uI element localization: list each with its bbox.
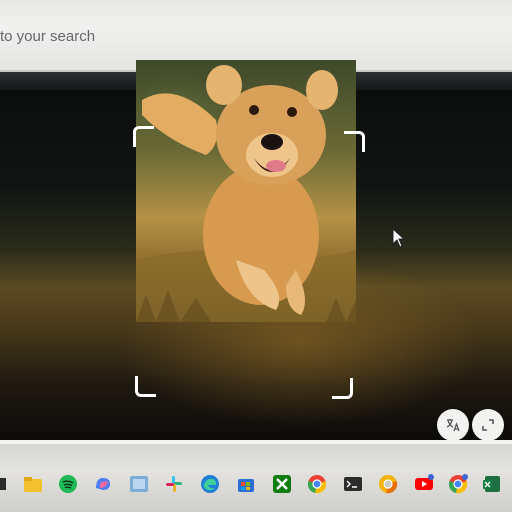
mouse-cursor-icon xyxy=(392,228,406,248)
spotify-icon[interactable] xyxy=(58,474,78,494)
file-explorer-icon[interactable] xyxy=(23,474,43,494)
store-icon[interactable] xyxy=(236,474,256,494)
crop-handle-bottom-left[interactable] xyxy=(135,376,156,397)
copilot-icon[interactable] xyxy=(93,474,113,494)
chrome-notification-icon[interactable] xyxy=(448,474,468,494)
pinned-app-icon[interactable] xyxy=(0,474,10,494)
translate-button[interactable] xyxy=(437,409,469,441)
crop-handle-bottom-right[interactable] xyxy=(332,378,353,399)
edge-icon[interactable] xyxy=(200,474,220,494)
dog-photo-icon[interactable] xyxy=(136,60,356,322)
expand-icon xyxy=(482,419,494,431)
crop-handle-top-right[interactable] xyxy=(344,131,365,152)
youtube-icon[interactable] xyxy=(414,474,434,494)
expand-button[interactable] xyxy=(472,409,504,441)
chrome-icon[interactable] xyxy=(307,474,327,494)
slack-icon[interactable] xyxy=(164,474,184,494)
xbox-icon[interactable] xyxy=(272,474,292,494)
crop-handle-top-left[interactable] xyxy=(133,126,154,147)
terminal-icon[interactable] xyxy=(343,474,363,494)
search-hint-text: to your search xyxy=(0,28,96,45)
excel-icon[interactable] xyxy=(482,474,502,494)
dog-photo-illustration xyxy=(136,65,356,322)
chrome-canary-icon[interactable] xyxy=(378,474,398,494)
image-app-icon[interactable] xyxy=(129,474,149,494)
translate-icon xyxy=(446,419,460,432)
